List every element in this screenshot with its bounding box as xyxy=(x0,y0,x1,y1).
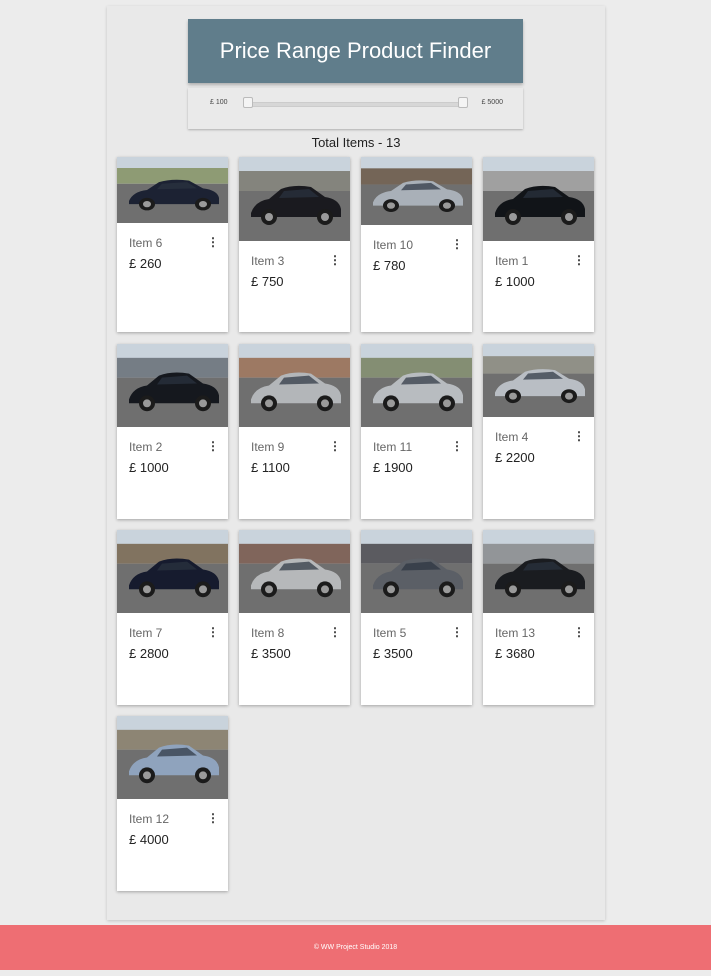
product-title: Item 8 xyxy=(251,626,285,640)
product-price: £ 1100 xyxy=(251,460,290,475)
page-title: Price Range Product Finder xyxy=(188,19,523,83)
slider-min-label: £ 100 xyxy=(210,99,228,106)
product-image[interactable] xyxy=(239,344,350,427)
more-vert-icon[interactable]: ⋮ xyxy=(451,440,463,452)
more-vert-icon[interactable]: ⋮ xyxy=(329,254,341,266)
footer: © WW Project Studio 2018 xyxy=(0,925,711,970)
product-card[interactable]: Item 4 ⋮ £ 2200 xyxy=(483,344,594,519)
more-vert-icon[interactable]: ⋮ xyxy=(207,440,219,452)
product-image[interactable] xyxy=(239,530,350,613)
product-price: £ 3680 xyxy=(495,646,535,661)
product-title: Item 10 xyxy=(373,238,414,252)
footer-text: © WW Project Studio 2018 xyxy=(313,944,398,951)
product-image[interactable] xyxy=(483,530,594,613)
slider-max-label: £ 5000 xyxy=(481,99,503,106)
product-card[interactable]: Item 11 ⋮ £ 1900 xyxy=(361,344,472,519)
total-items-label: Total Items - 13 xyxy=(311,135,401,150)
product-price: £ 1000 xyxy=(129,460,169,475)
more-vert-icon[interactable]: ⋮ xyxy=(207,236,219,248)
product-title: Item 4 xyxy=(495,430,529,444)
more-vert-icon[interactable]: ⋮ xyxy=(329,626,341,638)
product-image[interactable] xyxy=(117,344,228,427)
product-title: Item 6 xyxy=(129,236,163,250)
product-price: £ 750 xyxy=(251,274,284,289)
product-image[interactable] xyxy=(361,344,472,427)
product-price: £ 2800 xyxy=(129,646,169,661)
slider-max-handle[interactable] xyxy=(458,97,468,108)
product-price: £ 3500 xyxy=(373,646,413,661)
product-card[interactable]: Item 1 ⋮ £ 1000 xyxy=(483,157,594,332)
price-range-slider[interactable]: £ 100 £ 5000 xyxy=(188,88,523,129)
product-card[interactable]: Item 10 ⋮ £ 780 xyxy=(361,157,472,332)
product-card[interactable]: Item 2 ⋮ £ 1000 xyxy=(117,344,228,519)
more-vert-icon[interactable]: ⋮ xyxy=(329,440,341,452)
product-image[interactable] xyxy=(483,344,594,417)
product-price: £ 260 xyxy=(129,256,162,271)
product-card[interactable]: Item 8 ⋮ £ 3500 xyxy=(239,530,350,705)
product-price: £ 1000 xyxy=(495,274,535,289)
product-title: Item 3 xyxy=(251,254,285,268)
more-vert-icon[interactable]: ⋮ xyxy=(207,812,219,824)
product-card[interactable]: Item 3 ⋮ £ 750 xyxy=(239,157,350,332)
product-title: Item 13 xyxy=(495,626,536,640)
product-image[interactable] xyxy=(361,530,472,613)
more-vert-icon[interactable]: ⋮ xyxy=(207,626,219,638)
more-vert-icon[interactable]: ⋮ xyxy=(573,430,585,442)
product-price: £ 780 xyxy=(373,258,406,273)
product-image[interactable] xyxy=(117,157,228,223)
more-vert-icon[interactable]: ⋮ xyxy=(451,626,463,638)
product-image[interactable] xyxy=(239,157,350,241)
product-card[interactable]: Item 12 ⋮ £ 4000 xyxy=(117,716,228,891)
page-title-text: Price Range Product Finder xyxy=(219,38,492,63)
product-title: Item 1 xyxy=(495,254,529,268)
product-image[interactable] xyxy=(117,716,228,799)
product-card[interactable]: Item 5 ⋮ £ 3500 xyxy=(361,530,472,705)
product-card[interactable]: Item 7 ⋮ £ 2800 xyxy=(117,530,228,705)
product-price: £ 4000 xyxy=(129,832,169,847)
product-image[interactable] xyxy=(117,530,228,613)
product-title: Item 12 xyxy=(129,812,170,826)
product-title: Item 7 xyxy=(129,626,163,640)
slider-min-handle[interactable] xyxy=(243,97,253,108)
product-image[interactable] xyxy=(361,157,472,225)
slider-track[interactable] xyxy=(245,102,465,107)
more-vert-icon[interactable]: ⋮ xyxy=(451,238,463,250)
product-title: Item 9 xyxy=(251,440,285,454)
product-price: £ 1900 xyxy=(373,460,413,475)
product-card[interactable]: Item 13 ⋮ £ 3680 xyxy=(483,530,594,705)
main-panel: Price Range Product Finder £ 100 £ 5000 … xyxy=(107,6,605,920)
product-image[interactable] xyxy=(483,157,594,241)
more-vert-icon[interactable]: ⋮ xyxy=(573,626,585,638)
product-price: £ 3500 xyxy=(251,646,291,661)
product-title: Item 5 xyxy=(373,626,407,640)
product-price: £ 2200 xyxy=(495,450,535,465)
product-title: Item 2 xyxy=(129,440,163,454)
more-vert-icon[interactable]: ⋮ xyxy=(573,254,585,266)
product-title: Item 11 xyxy=(373,440,413,454)
product-card[interactable]: Item 6 ⋮ £ 260 xyxy=(117,157,228,332)
product-card[interactable]: Item 9 ⋮ £ 1100 xyxy=(239,344,350,519)
